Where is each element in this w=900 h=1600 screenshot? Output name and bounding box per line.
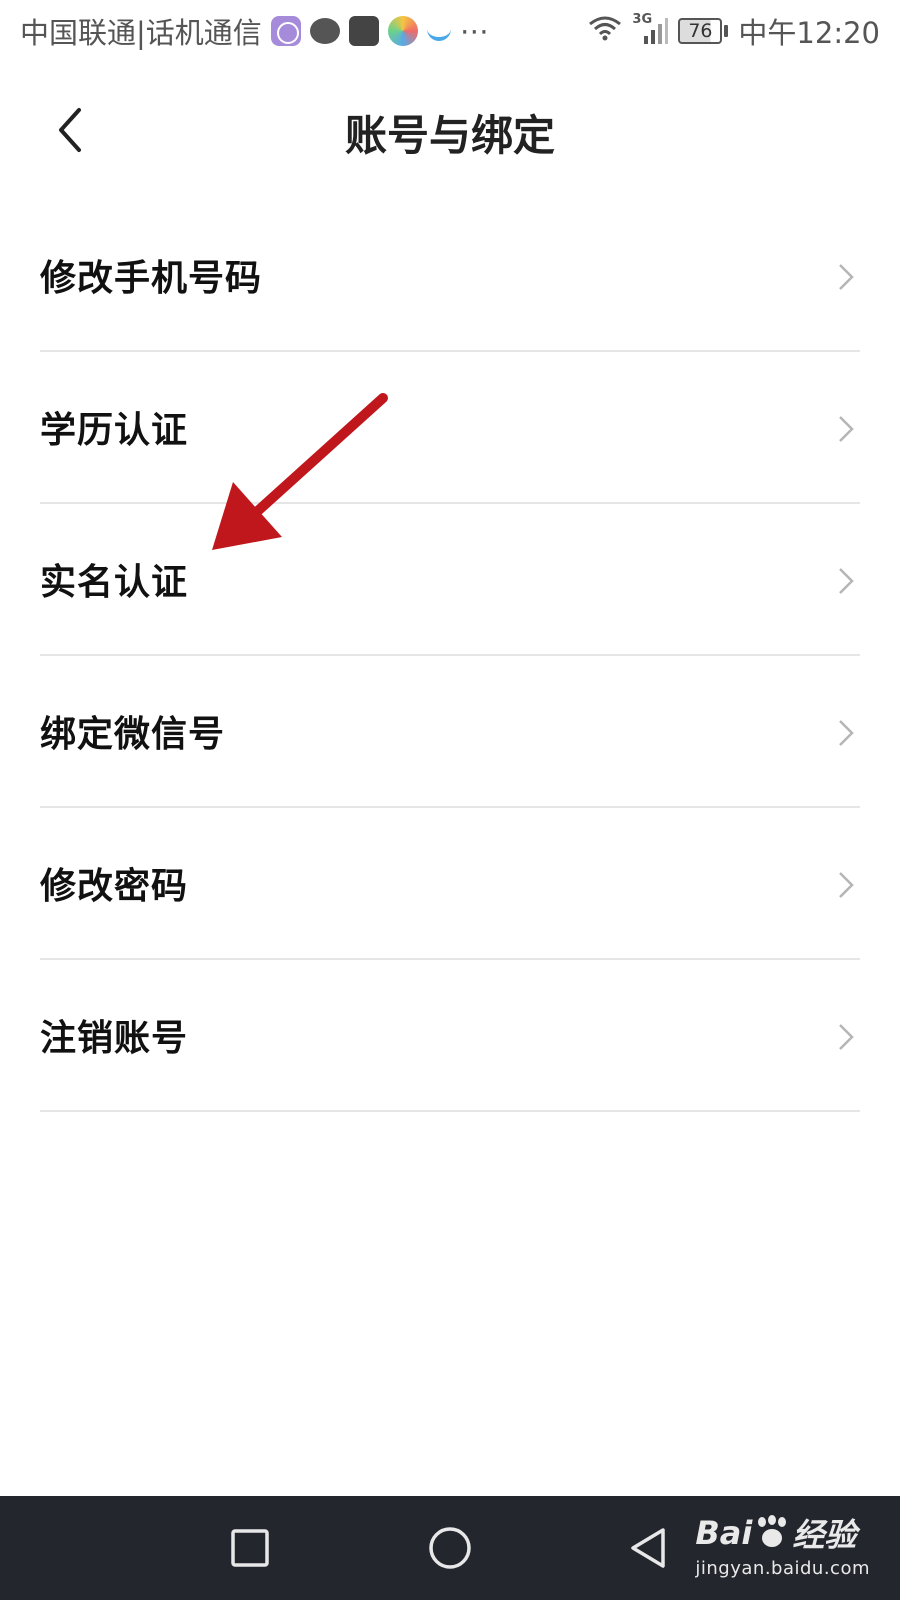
menu-item-label: 修改密码 bbox=[40, 866, 189, 907]
status-left: 中国联通|话机通信 ⋯ bbox=[20, 10, 489, 52]
menu-item-label: 绑定微信号 bbox=[40, 714, 226, 755]
menu-item-label: 学历认证 bbox=[40, 410, 189, 451]
watermark-logo: Bai 经验 bbox=[695, 1510, 870, 1556]
status-right: 3G 76 中午12:20 bbox=[588, 10, 880, 52]
overflow-icon: ⋯ bbox=[459, 14, 489, 48]
browser-icon bbox=[270, 16, 301, 46]
watermark-brand-suffix: 经验 bbox=[792, 1516, 857, 1554]
paw-icon bbox=[756, 1517, 788, 1549]
circle-icon bbox=[429, 1527, 471, 1569]
colorful-ball-icon bbox=[387, 16, 418, 46]
menu-item-bind-wechat[interactable]: 绑定微信号 bbox=[40, 656, 860, 808]
menu-item-change-phone[interactable]: 修改手机号码 bbox=[40, 200, 860, 352]
menu-item-education-verification[interactable]: 学历认证 bbox=[40, 352, 860, 504]
menu-item-delete-account[interactable]: 注销账号 bbox=[40, 960, 860, 1112]
watermark-brand: Bai bbox=[695, 1514, 753, 1552]
battery-tip bbox=[724, 25, 729, 37]
battery-level: 76 bbox=[678, 18, 723, 44]
square-icon bbox=[231, 1529, 269, 1567]
menu-item-label: 实名认证 bbox=[40, 562, 189, 603]
page-title: 账号与绑定 bbox=[344, 111, 555, 160]
clock: 中午12:20 bbox=[738, 16, 880, 50]
status-bar: 中国联通|话机通信 ⋯ 3G 76 中午12:20 bbox=[0, 0, 900, 62]
carrier-label: 中国联通|话机通信 bbox=[20, 16, 262, 50]
chat-bubble-icon bbox=[309, 18, 340, 44]
signal-icon: 3G bbox=[632, 12, 669, 46]
menu-item-label: 修改手机号码 bbox=[40, 258, 263, 299]
nav-back-button[interactable] bbox=[622, 1522, 674, 1574]
watermark: Bai 经验 jingyan.baidu.com bbox=[695, 1510, 870, 1579]
chevron-right-icon bbox=[839, 872, 854, 898]
swirl-icon bbox=[426, 21, 451, 41]
chevron-right-icon bbox=[839, 568, 854, 594]
menu-list: 修改手机号码 学历认证 实名认证 绑定微信号 修改密码 注销账号 bbox=[40, 200, 860, 1112]
home-button[interactable] bbox=[424, 1522, 476, 1574]
watermark-url: jingyan.baidu.com bbox=[695, 1558, 870, 1579]
menu-item-real-name-verification[interactable]: 实名认证 bbox=[40, 504, 860, 656]
wifi-icon bbox=[588, 14, 622, 49]
chevron-right-icon bbox=[839, 1024, 854, 1050]
chevron-right-icon bbox=[839, 264, 854, 290]
battery-icon: 76 bbox=[678, 18, 729, 44]
triangle-back-icon bbox=[631, 1528, 665, 1568]
menu-item-change-password[interactable]: 修改密码 bbox=[40, 808, 860, 960]
huawei-appgallery-icon bbox=[348, 16, 379, 46]
chevron-right-icon bbox=[839, 416, 854, 442]
navigation-bar: Bai 经验 jingyan.baidu.com bbox=[0, 1496, 900, 1600]
header: 账号与绑定 bbox=[0, 80, 900, 180]
menu-item-label: 注销账号 bbox=[40, 1018, 189, 1059]
chevron-right-icon bbox=[839, 720, 854, 746]
recents-button[interactable] bbox=[224, 1522, 276, 1574]
